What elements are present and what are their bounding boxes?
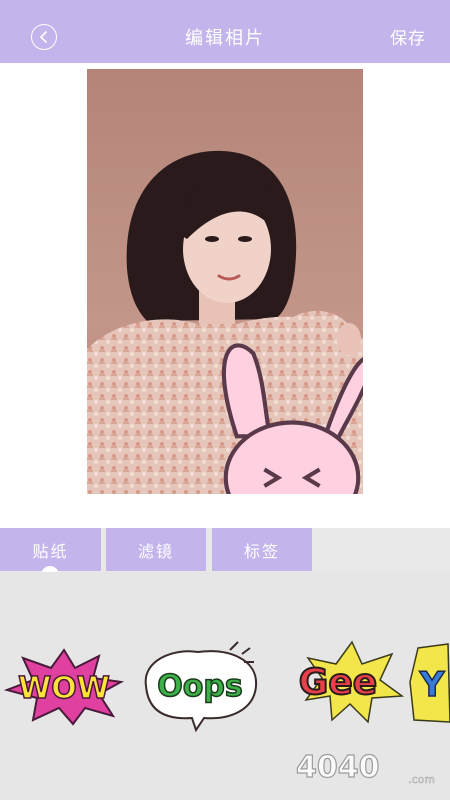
top-bar: 编辑相片 保存 <box>0 0 450 63</box>
oops-sticker: Oops <box>144 641 258 732</box>
partial-sticker: Y <box>409 643 450 723</box>
tab-filters[interactable]: 滤镜 <box>106 528 206 571</box>
tab-stickers[interactable]: 贴纸 <box>0 528 101 571</box>
photo-editor-screen: 编辑相片 保存 贴纸 滤镜 标签 WOW Oops Gee Y 4040 .co… <box>0 0 450 800</box>
oops-text: Oops <box>157 669 242 704</box>
page-title: 编辑相片 <box>185 28 265 49</box>
sticker-partial[interactable]: Y <box>408 642 450 726</box>
gee-text: Gee <box>299 662 377 703</box>
watermark-text: 4040 <box>296 750 380 785</box>
photo-canvas[interactable] <box>87 69 363 494</box>
rabbit-sticker[interactable] <box>154 279 363 494</box>
sticker-gee[interactable]: Gee <box>272 640 404 724</box>
watermark-suffix: .com <box>408 773 435 786</box>
gee-sticker: Gee <box>298 640 404 724</box>
sticker-oops[interactable]: Oops <box>134 640 262 732</box>
sticker-wow[interactable]: WOW <box>3 646 125 726</box>
partial-text: Y <box>419 665 445 705</box>
watermark-icon: 4040 .com <box>295 749 435 786</box>
wow-text: WOW <box>18 671 110 706</box>
watermark-logo: 4040 .com <box>295 745 446 787</box>
tab-labels[interactable]: 标签 <box>212 528 312 571</box>
wow-sticker: WOW <box>3 648 125 726</box>
save-button[interactable]: 保存 <box>390 24 426 49</box>
tab-bar: 贴纸 滤镜 标签 <box>0 528 450 572</box>
